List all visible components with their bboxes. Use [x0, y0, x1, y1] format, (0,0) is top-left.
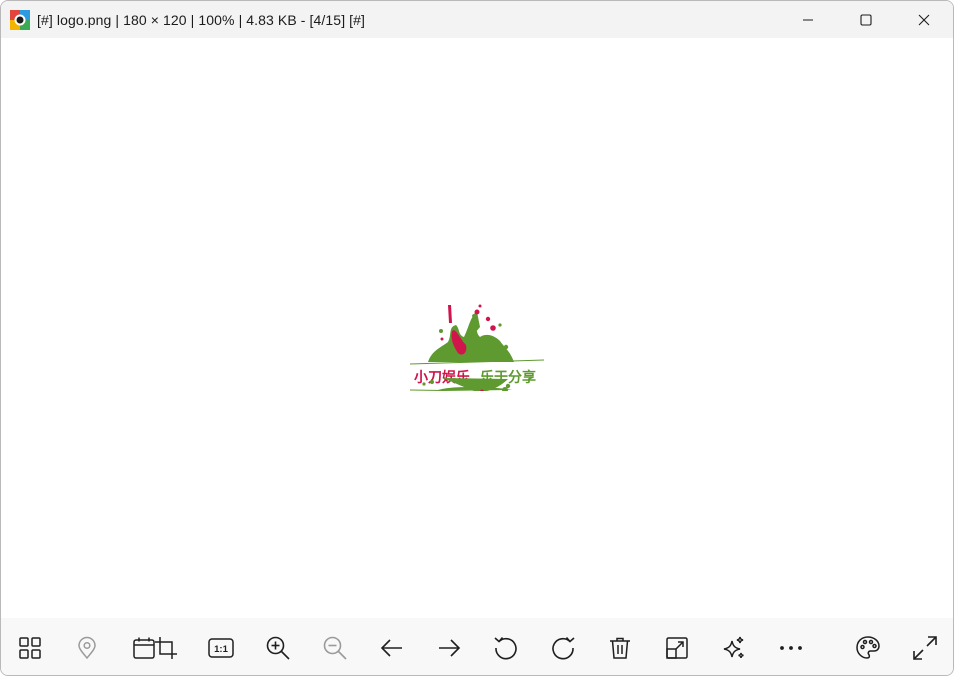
- maximize-icon: [860, 13, 872, 26]
- previous-image-button[interactable]: [374, 630, 410, 666]
- image-viewer-window: [#] logo.png | 180 × 120 | 100% | 4.83 K…: [0, 0, 954, 676]
- map-pin-icon: [78, 636, 96, 660]
- theme-button[interactable]: [850, 630, 886, 666]
- gallery-button[interactable]: [12, 630, 48, 666]
- bottom-toolbar: 1:1: [1, 618, 953, 675]
- rotate-right-button[interactable]: [545, 630, 581, 666]
- more-icon: [780, 646, 802, 650]
- title-bar[interactable]: [#] logo.png | 180 × 120 | 100% | 4.83 K…: [1, 1, 953, 38]
- delete-button[interactable]: [602, 630, 638, 666]
- palette-icon: [856, 636, 880, 659]
- crop-icon: [155, 637, 177, 659]
- gallery-grid-icon: [19, 637, 41, 659]
- window-controls: [779, 1, 953, 38]
- logo-image: 小刀娱乐 乐于分享: [409, 304, 545, 391]
- close-icon: [918, 14, 930, 25]
- app-icon: [10, 9, 30, 30]
- actual-size-button[interactable]: 1:1: [203, 630, 239, 666]
- rotate-left-button[interactable]: [488, 630, 524, 666]
- rotate-right-icon: [552, 636, 575, 660]
- actual-size-label: 1:1: [214, 644, 228, 655]
- enhance-button[interactable]: [716, 630, 752, 666]
- close-button[interactable]: [895, 1, 953, 38]
- delete-icon: [610, 637, 630, 659]
- resize-icon: [666, 637, 688, 659]
- zoom-out-icon: [323, 636, 347, 660]
- zoom-in-icon: [266, 636, 290, 660]
- next-image-button[interactable]: [431, 630, 467, 666]
- zoom-out-button[interactable]: [317, 630, 353, 666]
- minimize-icon: [803, 18, 813, 21]
- resize-button[interactable]: [659, 630, 695, 666]
- arrow-left-icon: [380, 639, 402, 657]
- arrow-right-icon: [439, 639, 461, 657]
- more-button[interactable]: [773, 630, 809, 666]
- actual-size-icon: 1:1: [208, 638, 234, 658]
- image-canvas[interactable]: 小刀娱乐 乐于分享: [1, 38, 953, 618]
- minimize-button[interactable]: [779, 1, 837, 38]
- maximize-button[interactable]: [837, 1, 895, 38]
- zoom-in-button[interactable]: [260, 630, 296, 666]
- rotate-left-icon: [494, 636, 517, 660]
- window-title: [#] logo.png | 180 × 120 | 100% | 4.83 K…: [37, 11, 366, 28]
- location-button[interactable]: [69, 630, 105, 666]
- sparkle-icon: [723, 636, 744, 658]
- fullscreen-button[interactable]: [907, 630, 943, 666]
- fullscreen-icon: [913, 636, 937, 660]
- crop-button[interactable]: [148, 630, 184, 666]
